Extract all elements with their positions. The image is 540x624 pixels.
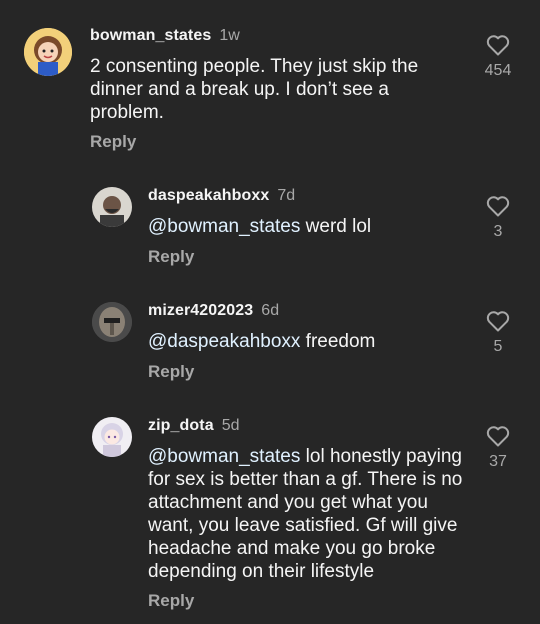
comment-header: daspeakahboxx 7d bbox=[148, 187, 295, 205]
comment-item: daspeakahboxx 7d @bowman_states werd lol … bbox=[0, 170, 540, 280]
mention-link[interactable]: @daspeakahboxx bbox=[148, 331, 300, 352]
comment-body: werd lol bbox=[300, 216, 372, 237]
comment-header: mizer4202023 6d bbox=[148, 302, 279, 320]
username[interactable]: bowman_states bbox=[90, 27, 211, 44]
reply-button[interactable]: Reply bbox=[148, 247, 194, 267]
comment-text: @daspeakahboxx freedom bbox=[148, 330, 468, 353]
helmet-avatar-icon bbox=[92, 302, 132, 342]
username[interactable]: mizer4202023 bbox=[148, 302, 253, 319]
comment-text: @bowman_states lol honestly paying for s… bbox=[148, 445, 473, 583]
man-avatar-icon bbox=[92, 187, 132, 227]
timestamp: 6d bbox=[261, 302, 280, 319]
comment-text: 2 consenting people. They just skip the … bbox=[90, 55, 450, 124]
comment-header: bowman_states 1w bbox=[90, 27, 240, 45]
heart-icon bbox=[486, 196, 510, 217]
avatar[interactable] bbox=[92, 417, 132, 457]
reply-button[interactable]: Reply bbox=[148, 591, 194, 611]
like-button[interactable]: 5 bbox=[478, 310, 518, 356]
timestamp: 5d bbox=[221, 417, 240, 434]
avatar[interactable] bbox=[24, 28, 72, 76]
timestamp: 1w bbox=[219, 27, 240, 44]
comment-item: mizer4202023 6d @daspeakahboxx freedom Re… bbox=[0, 285, 540, 395]
reply-button[interactable]: Reply bbox=[90, 132, 136, 152]
avatar[interactable] bbox=[92, 302, 132, 342]
username[interactable]: zip_dota bbox=[148, 417, 214, 434]
comment-header: zip_dota 5d bbox=[148, 417, 240, 435]
username[interactable]: daspeakahboxx bbox=[148, 187, 269, 204]
comment-text: @bowman_states werd lol bbox=[148, 215, 468, 238]
like-count: 37 bbox=[489, 453, 507, 470]
mention-link[interactable]: @bowman_states bbox=[148, 446, 300, 467]
like-count: 454 bbox=[484, 62, 512, 79]
timestamp: 7d bbox=[277, 187, 296, 204]
like-button[interactable]: 37 bbox=[478, 425, 518, 471]
comment-body: freedom bbox=[300, 331, 376, 352]
like-button[interactable]: 454 bbox=[478, 34, 518, 80]
cartoon-girl-avatar-icon bbox=[24, 28, 72, 76]
reply-button[interactable]: Reply bbox=[148, 362, 194, 382]
heart-icon bbox=[486, 311, 510, 332]
like-button[interactable]: 3 bbox=[478, 195, 518, 241]
heart-icon bbox=[486, 35, 510, 56]
anime-girl-avatar-icon bbox=[92, 417, 132, 457]
like-count: 5 bbox=[493, 338, 503, 355]
comment-item: zip_dota 5d @bowman_states lol honestly p… bbox=[0, 400, 540, 624]
comment-item: bowman_states 1w 2 consenting people. The… bbox=[0, 0, 540, 170]
heart-icon bbox=[486, 426, 510, 447]
comment-body: 2 consenting people. They just skip the … bbox=[90, 56, 419, 123]
mention-link[interactable]: @bowman_states bbox=[148, 216, 300, 237]
avatar[interactable] bbox=[92, 187, 132, 227]
like-count: 3 bbox=[493, 223, 503, 240]
